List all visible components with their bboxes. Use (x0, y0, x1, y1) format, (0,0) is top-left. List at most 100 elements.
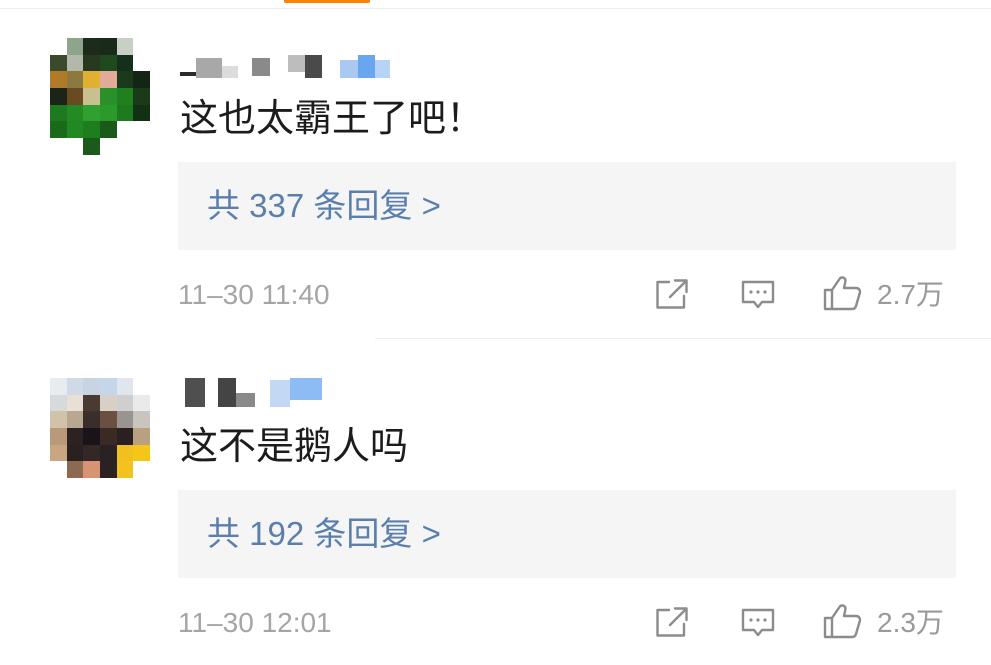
view-replies-link[interactable]: 共 337 条回复 > (207, 186, 441, 226)
avatar-pixel (116, 444, 134, 462)
avatar-pixel (99, 87, 117, 105)
avatar-pixel (66, 104, 84, 122)
username-pixel (358, 55, 375, 78)
avatar-pixel (66, 54, 84, 72)
avatar-pixel (116, 87, 134, 105)
avatar-pixel (116, 378, 134, 395)
avatar-pixel (83, 378, 100, 395)
avatar-pixel (116, 104, 134, 122)
replies-box[interactable]: 共 337 条回复 > (178, 162, 956, 250)
share-icon (656, 607, 688, 637)
avatar-pixel (116, 121, 134, 138)
avatar-pixel (66, 444, 84, 462)
comment-icon (741, 280, 775, 309)
username-pixel (252, 58, 270, 76)
avatar-pixel (99, 137, 117, 155)
avatar-pixel (83, 87, 100, 105)
share-button[interactable] (653, 605, 690, 639)
avatar-pixel (99, 427, 117, 445)
comment-text: 这也太霸王了吧！ (180, 98, 485, 140)
avatar-pixel (116, 411, 134, 428)
username-pixel (288, 55, 305, 72)
avatar-pixel (99, 394, 117, 412)
username-pixelated[interactable] (178, 378, 398, 408)
avatar-pixel (66, 71, 84, 88)
share-button[interactable] (653, 277, 690, 311)
avatar-pixel (66, 427, 84, 445)
username-pixel (270, 380, 290, 407)
avatar-pixel (66, 378, 84, 395)
username-pixel (340, 60, 358, 78)
replies-box[interactable]: 共 192 条回复 > (178, 490, 956, 578)
avatar-pixel (50, 394, 67, 412)
avatar-pixel (99, 71, 117, 88)
avatar-pixel (50, 137, 67, 155)
avatar-pixel (133, 461, 150, 478)
avatar-pixel (50, 461, 67, 478)
share-icon (656, 279, 688, 309)
username-pixel (222, 66, 238, 78)
timestamp: 11–30 12:01 (178, 607, 332, 638)
view-replies-link[interactable]: 共 192 条回复 > (207, 514, 441, 554)
username-pixel (180, 72, 196, 76)
like-count: 2.3万 (877, 607, 944, 638)
avatar-pixel (99, 38, 117, 55)
avatar-pixel (66, 394, 84, 412)
avatar-pixel (66, 38, 84, 55)
avatar-pixel (50, 54, 67, 72)
avatar-pixel (66, 121, 84, 138)
username-pixel (375, 60, 390, 78)
like-button[interactable]: 2.3万 (822, 603, 954, 640)
avatar-pixel (116, 427, 134, 445)
username-pixel (185, 378, 205, 407)
avatar-pixel (133, 38, 150, 55)
username-pixel (236, 393, 255, 407)
avatar-pixel (83, 71, 100, 88)
timestamp: 11–30 11:40 (178, 279, 330, 310)
avatar-pixel (83, 54, 100, 72)
avatar-pixel (83, 427, 100, 445)
avatar-pixel (116, 54, 134, 72)
avatar-pixel (99, 378, 117, 395)
avatar-pixel (133, 87, 150, 105)
comment-item: 这不是鹅人吗 共 192 条回复 > 11–30 12:01 2.3万 (0, 328, 991, 656)
username-pixel (290, 378, 322, 400)
avatar-pixel (66, 137, 84, 155)
avatar-pixel (116, 394, 134, 412)
avatar-pixel (50, 378, 67, 395)
avatar-pixel (50, 104, 67, 122)
avatar-pixel (133, 378, 150, 395)
avatar-pixel (83, 38, 100, 55)
avatar-pixel (50, 71, 67, 88)
comment-button[interactable] (740, 607, 776, 638)
avatar-pixel (133, 121, 150, 138)
comment-button[interactable] (740, 279, 776, 310)
avatar-pixel (99, 444, 117, 462)
avatar-pixel (83, 104, 100, 122)
avatar-pixel (133, 71, 150, 88)
avatar-pixel (50, 121, 67, 138)
avatar-pixel (99, 104, 117, 122)
avatar-pixel (116, 38, 134, 55)
avatar-pixel (133, 104, 150, 122)
comment-item: 这也太霸王了吧！ 共 337 条回复 > 11–30 11:40 2.7万 (0, 0, 991, 328)
avatar-pixel (133, 54, 150, 72)
avatar-pixel (83, 394, 100, 412)
avatar[interactable] (50, 38, 150, 155)
avatar-pixel (99, 461, 117, 478)
avatar-pixel (83, 137, 100, 155)
avatar-pixel (50, 444, 67, 462)
like-icon (823, 276, 862, 311)
avatar-pixel (50, 38, 67, 55)
username-pixel (218, 378, 236, 407)
avatar-pixel (116, 137, 134, 155)
avatar-pixel (116, 461, 134, 478)
avatar-pixel (83, 121, 100, 138)
avatar-pixel (116, 71, 134, 88)
avatar-pixel (133, 394, 150, 412)
avatar-pixel (66, 87, 84, 105)
like-button[interactable]: 2.7万 (822, 275, 954, 312)
avatar[interactable] (50, 378, 150, 478)
username-pixelated[interactable] (178, 55, 398, 85)
avatar-pixel (66, 411, 84, 428)
